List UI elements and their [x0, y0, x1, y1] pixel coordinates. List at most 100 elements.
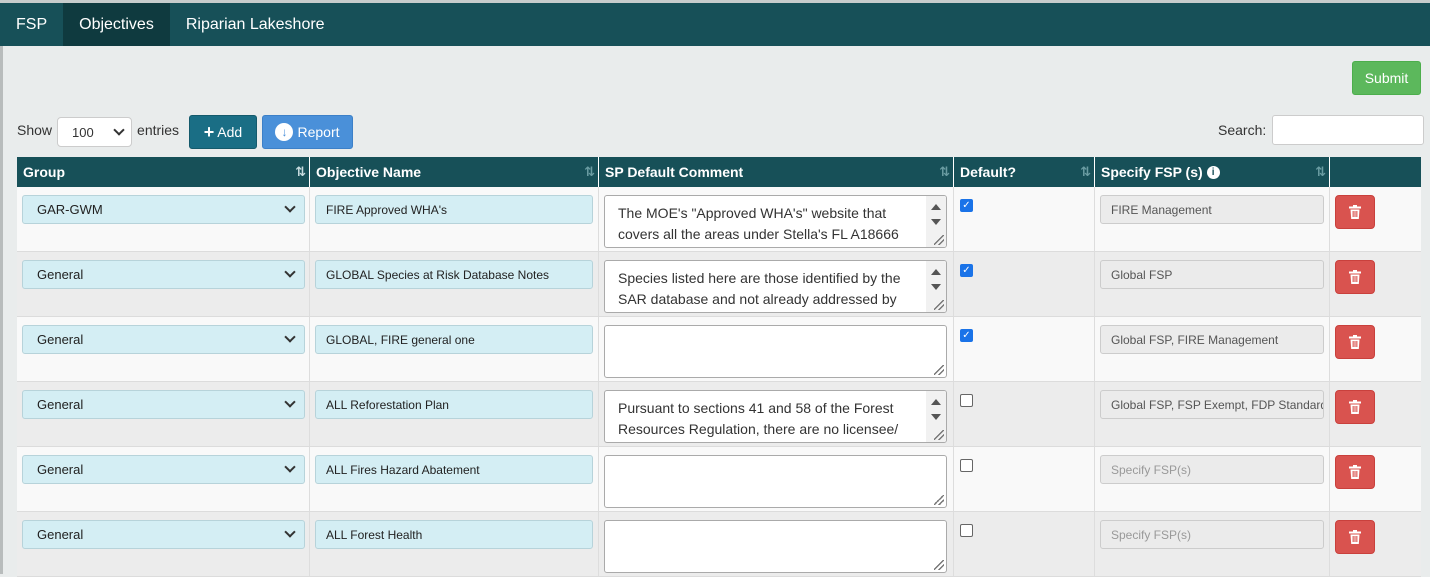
header-sp-default-comment[interactable]: SP Default Comment ⇅ — [599, 157, 954, 187]
resize-handle-icon[interactable] — [934, 365, 944, 375]
header-specify-fsp[interactable]: Specify FSP (s) i ⇅ — [1095, 157, 1330, 187]
default-checkbox[interactable]: ✓ — [960, 264, 973, 277]
search-input[interactable] — [1272, 115, 1425, 145]
trash-icon — [1349, 400, 1361, 414]
header-specify-fsp-label: Specify FSP (s) — [1101, 164, 1203, 180]
chevron-down-icon — [284, 526, 296, 538]
specify-fsp-field[interactable]: Global FSP — [1100, 260, 1324, 289]
objective-name-input[interactable]: ALL Forest Health — [315, 520, 593, 549]
header-sp-default-comment-label: SP Default Comment — [605, 164, 744, 180]
info-circle-icon[interactable]: i — [1206, 165, 1220, 179]
comment-text: Pursuant to sections 41 and 58 of the Fo… — [618, 400, 899, 437]
chevron-down-icon — [284, 396, 296, 408]
table-row: General ALL Reforestation Plan Pursuant … — [17, 382, 1421, 447]
group-select[interactable]: General — [22, 455, 305, 484]
cell-objective-name: ALL Reforestation Plan — [310, 382, 599, 446]
tab-objectives[interactable]: Objectives — [63, 3, 170, 46]
tab-fsp[interactable]: FSP — [0, 3, 63, 46]
cell-default — [954, 447, 1095, 511]
group-select[interactable]: GAR-GWM — [22, 195, 305, 224]
group-select[interactable]: General — [22, 325, 305, 354]
default-checkbox[interactable] — [960, 524, 973, 537]
entries-select-value: 100 — [72, 124, 94, 140]
cell-actions — [1330, 512, 1421, 576]
specify-fsp-field[interactable]: FIRE Management — [1100, 195, 1324, 224]
group-select[interactable]: General — [22, 520, 305, 549]
table-body: GAR-GWM FIRE Approved WHA's The MOE's "A… — [17, 187, 1421, 577]
chevron-down-icon — [284, 331, 296, 343]
tab-riparian-lakeshore[interactable]: Riparian Lakeshore — [170, 3, 341, 46]
comment-text: The MOE's "Approved WHA's" website that … — [618, 205, 899, 242]
plus-icon: + — [203, 122, 215, 142]
scroll-down-icon[interactable] — [931, 219, 941, 225]
cell-comment — [599, 512, 954, 576]
comment-textarea[interactable]: Pursuant to sections 41 and 58 of the Fo… — [604, 390, 947, 443]
cell-group: GAR-GWM — [17, 187, 310, 251]
header-default-label: Default? — [960, 164, 1016, 180]
left-border — [0, 46, 3, 574]
resize-handle-icon[interactable] — [934, 560, 944, 570]
cell-default — [954, 512, 1095, 576]
default-checkbox[interactable]: ✓ — [960, 329, 973, 342]
resize-handle-icon[interactable] — [934, 495, 944, 505]
delete-button[interactable] — [1335, 390, 1375, 424]
delete-button[interactable] — [1335, 325, 1375, 359]
sort-icon: ⇅ — [1315, 164, 1326, 179]
resize-handle-icon[interactable] — [934, 235, 944, 245]
scroll-down-icon[interactable] — [931, 414, 941, 420]
table-row: GAR-GWM FIRE Approved WHA's The MOE's "A… — [17, 187, 1421, 252]
delete-button[interactable] — [1335, 455, 1375, 489]
cell-specify-fsp: Specify FSP(s) — [1095, 447, 1330, 511]
objective-name-input[interactable]: ALL Fires Hazard Abatement — [315, 455, 593, 484]
scroll-up-icon[interactable] — [931, 399, 941, 405]
scroll-up-icon[interactable] — [931, 204, 941, 210]
comment-textarea[interactable] — [604, 520, 947, 573]
specify-fsp-field[interactable]: Specify FSP(s) — [1100, 520, 1324, 549]
objective-name-input[interactable]: FIRE Approved WHA's — [315, 195, 593, 224]
comment-textarea[interactable] — [604, 455, 947, 508]
group-select-value: General — [37, 462, 84, 477]
delete-button[interactable] — [1335, 195, 1375, 229]
delete-button[interactable] — [1335, 260, 1375, 294]
specify-fsp-field[interactable]: Specify FSP(s) — [1100, 455, 1324, 484]
comment-textarea[interactable]: The MOE's "Approved WHA's" website that … — [604, 195, 947, 248]
comment-textarea[interactable]: Species listed here are those identified… — [604, 260, 947, 313]
cell-comment: The MOE's "Approved WHA's" website that … — [599, 187, 954, 251]
cell-default: ✓ — [954, 252, 1095, 316]
group-select[interactable]: General — [22, 390, 305, 419]
entries-select[interactable]: 100 — [57, 117, 133, 147]
cell-comment: Pursuant to sections 41 and 58 of the Fo… — [599, 382, 954, 446]
specify-fsp-field[interactable]: Global FSP, FIRE Management — [1100, 325, 1324, 354]
trash-icon — [1349, 530, 1361, 544]
objective-name-input[interactable]: GLOBAL, FIRE general one — [315, 325, 593, 354]
default-checkbox[interactable] — [960, 394, 973, 407]
specify-fsp-field[interactable]: Global FSP, FSP Exempt, FDP Standard — [1100, 390, 1324, 419]
objective-name-input[interactable]: GLOBAL Species at Risk Database Notes — [315, 260, 593, 289]
comment-textarea[interactable] — [604, 325, 947, 378]
table-row: General ALL Forest Health Specify FSP(s) — [17, 512, 1421, 577]
resize-handle-icon[interactable] — [934, 300, 944, 310]
delete-button[interactable] — [1335, 520, 1375, 554]
scroll-up-icon[interactable] — [931, 269, 941, 275]
trash-icon — [1349, 335, 1361, 349]
cell-specify-fsp: Global FSP — [1095, 252, 1330, 316]
scroll-down-icon[interactable] — [931, 284, 941, 290]
cell-group: General — [17, 317, 310, 381]
group-select[interactable]: General — [22, 260, 305, 289]
header-default[interactable]: Default? ⇅ — [954, 157, 1095, 187]
cell-default — [954, 382, 1095, 446]
default-checkbox[interactable]: ✓ — [960, 199, 973, 212]
comment-text: Species listed here are those identified… — [618, 270, 901, 307]
header-objective-name[interactable]: Objective Name ⇅ — [310, 157, 599, 187]
trash-icon — [1349, 465, 1361, 479]
report-button[interactable]: ↓ Report — [262, 115, 353, 149]
default-checkbox[interactable] — [960, 459, 973, 472]
objective-name-input[interactable]: ALL Reforestation Plan — [315, 390, 593, 419]
cell-comment — [599, 317, 954, 381]
cell-actions — [1330, 447, 1421, 511]
add-button[interactable]: + Add — [189, 115, 257, 149]
resize-handle-icon[interactable] — [934, 430, 944, 440]
submit-button[interactable]: Submit — [1352, 61, 1421, 95]
table-row: General ALL Fires Hazard Abatement Speci… — [17, 447, 1421, 512]
header-group[interactable]: Group ⇅ — [17, 157, 310, 187]
